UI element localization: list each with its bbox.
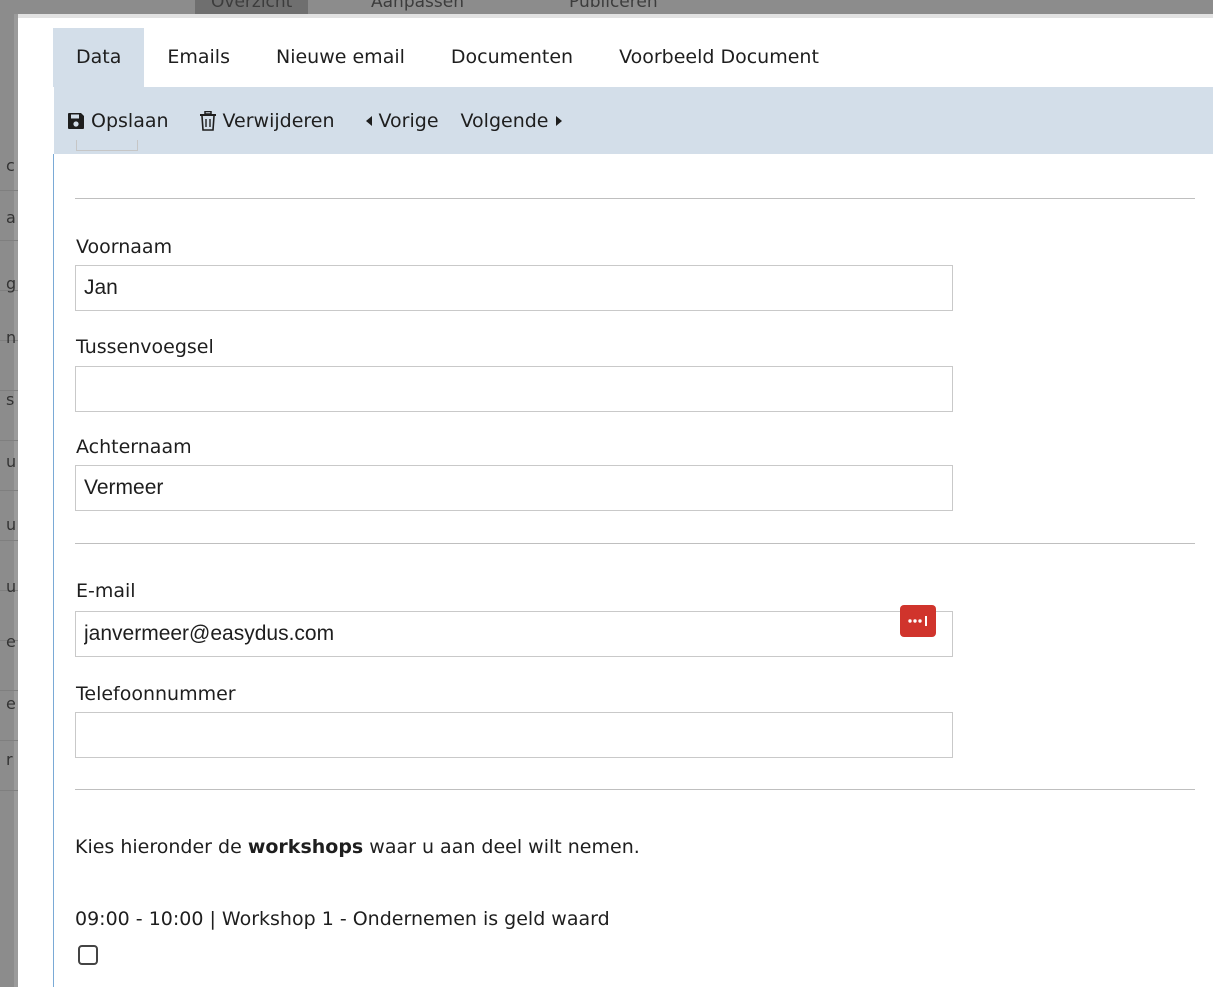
workshops-intro-before: Kies hieronder de — [75, 836, 248, 858]
tussenvoegsel-input[interactable] — [75, 366, 953, 412]
delete-button-label: Verwijderen — [222, 109, 335, 132]
background-letter: n — [6, 328, 17, 347]
background-sidebar: c a g n s u u u e e r — [0, 14, 18, 987]
background-letter: g — [6, 274, 17, 293]
floppy-disk-icon — [68, 112, 84, 129]
panel-top-border — [18, 14, 1213, 18]
email-input[interactable] — [75, 611, 953, 657]
background-row — [0, 340, 18, 391]
background-letter: u — [6, 452, 17, 471]
password-manager-button[interactable] — [900, 605, 936, 637]
workshops-intro-after: waar u aan deel wilt nemen. — [363, 836, 640, 858]
achternaam-input[interactable] — [75, 465, 953, 511]
save-button[interactable]: Opslaan — [67, 110, 169, 132]
workshops-intro: Kies hieronder de workshops waar u aan d… — [75, 836, 640, 858]
email-label: E-mail — [76, 580, 136, 602]
background-letter: e — [6, 694, 16, 713]
tab-bar: Data Emails Nieuwe email Documenten Voor… — [53, 28, 842, 87]
background-letter: u — [6, 577, 17, 596]
background-letter: e — [6, 632, 16, 651]
section-divider — [75, 543, 1195, 544]
background-letter: u — [6, 515, 17, 534]
caret-left-icon — [365, 115, 372, 126]
toolbar: Opslaan Verwijderen Vorige Volgende — [54, 87, 1213, 154]
delete-button[interactable]: Verwijderen — [199, 110, 335, 132]
panel-left-border — [53, 154, 54, 987]
voornaam-input[interactable] — [75, 265, 953, 311]
previous-button-label: Vorige — [378, 109, 439, 132]
background-tab-aanpassen: Aanpassen — [371, 0, 464, 12]
background-letter: a — [6, 208, 16, 227]
tab-data[interactable]: Data — [53, 28, 145, 87]
workshop-checkbox[interactable] — [78, 945, 98, 965]
next-button-label: Volgende — [460, 109, 549, 132]
password-manager-icon — [908, 616, 927, 626]
tab-emails[interactable]: Emails — [144, 28, 253, 87]
tab-documenten[interactable]: Documenten — [428, 28, 596, 87]
tab-nieuwe-email[interactable]: Nieuwe email — [253, 28, 428, 87]
tussenvoegsel-label: Tussenvoegsel — [76, 336, 214, 358]
achternaam-label: Achternaam — [76, 436, 192, 458]
save-button-label: Opslaan — [91, 109, 169, 132]
background-letter: c — [6, 156, 15, 175]
section-divider — [75, 198, 1195, 199]
workshop-item-label: 09:00 - 10:00 | Workshop 1 - Ondernemen … — [75, 908, 610, 930]
section-divider — [75, 789, 1195, 790]
telefoon-input[interactable] — [75, 712, 953, 758]
background-letter: s — [6, 390, 15, 409]
trash-icon — [199, 110, 216, 131]
next-button[interactable]: Volgende — [461, 110, 563, 132]
caret-right-icon — [555, 115, 562, 126]
voornaam-label: Voornaam — [76, 236, 173, 258]
telefoon-label: Telefoonnummer — [76, 683, 236, 705]
background-tab-publiceren: Publiceren — [569, 0, 658, 12]
workshops-intro-bold: workshops — [247, 836, 364, 858]
background-top-nav: Overzicht Aanpassen Publiceren — [0, 0, 1213, 14]
partial-field-box — [76, 140, 138, 151]
background-tab-overzicht: Overzicht — [195, 0, 309, 14]
tab-voorbeeld-document[interactable]: Voorbeeld Document — [596, 28, 842, 87]
previous-button[interactable]: Vorige — [365, 110, 439, 132]
background-letter: r — [6, 750, 13, 769]
